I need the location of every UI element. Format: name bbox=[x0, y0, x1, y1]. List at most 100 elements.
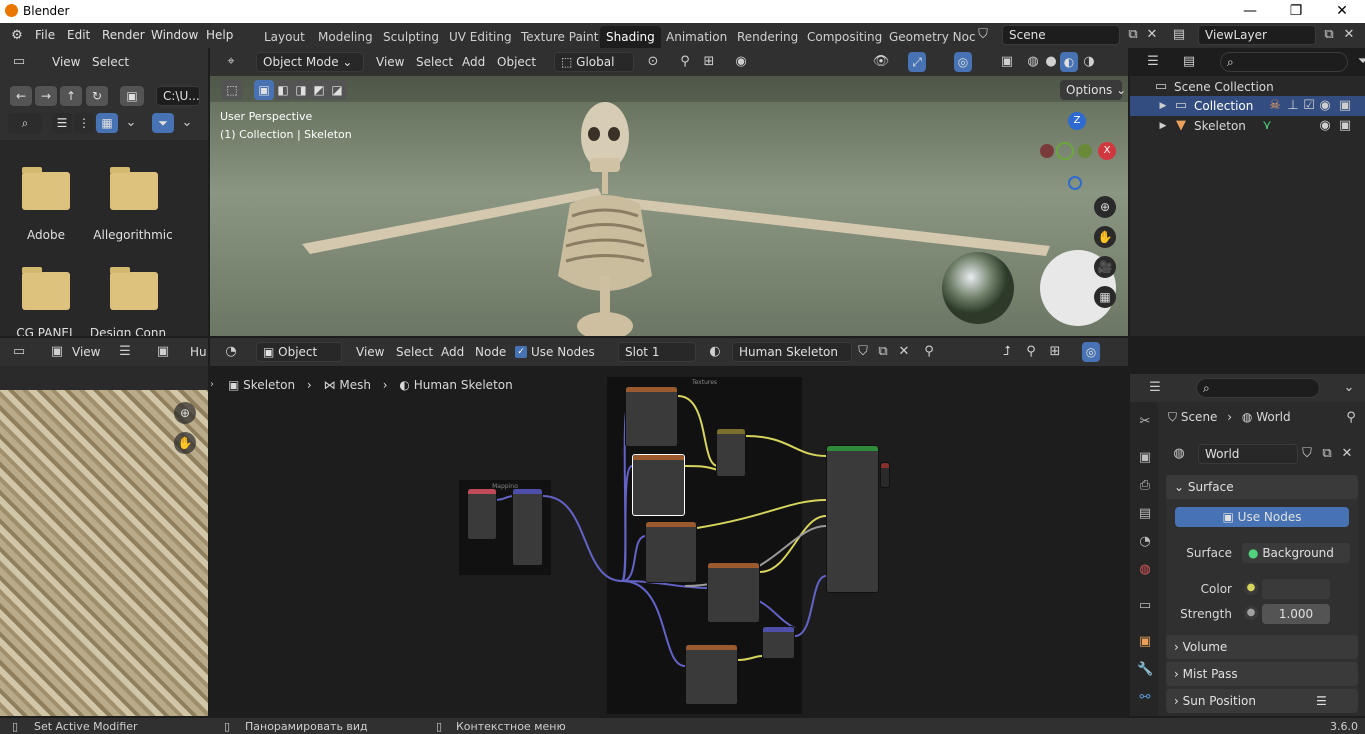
tool-icon[interactable]: ✂ bbox=[1137, 414, 1153, 430]
image-browse-icon[interactable]: ▣ bbox=[154, 344, 172, 360]
fake-user-icon[interactable]: ⛉ bbox=[854, 344, 872, 360]
folder-label-design-conn[interactable]: Design Conn bbox=[78, 326, 178, 336]
xray-icon[interactable]: ▣ bbox=[998, 54, 1016, 70]
fake-user-icon[interactable]: ⛉ bbox=[1298, 446, 1316, 462]
image-texture-node-4[interactable] bbox=[707, 562, 760, 623]
modifier-wrench-icon[interactable]: 🔧 bbox=[1137, 662, 1153, 678]
forward-icon[interactable]: → bbox=[35, 86, 57, 106]
folder-label-adobe[interactable]: Adobe bbox=[0, 228, 96, 242]
parent-node-tree-icon[interactable]: ⮥ bbox=[998, 344, 1016, 360]
filter-icon[interactable]: ⏷ bbox=[1354, 54, 1365, 70]
image-name-truncated[interactable]: Hu bbox=[190, 345, 207, 359]
list-icon[interactable]: ☰ bbox=[1316, 689, 1327, 713]
pan-hand-icon[interactable]: ✋ bbox=[1094, 226, 1116, 248]
outliner-item-collection[interactable]: Collection bbox=[1194, 99, 1253, 113]
texture-coordinate-node[interactable] bbox=[467, 488, 497, 540]
folder-icon[interactable] bbox=[22, 267, 70, 310]
snap-target-icon[interactable]: ⊞ bbox=[700, 54, 718, 70]
thumbnails-icon[interactable]: ▦ bbox=[96, 113, 118, 133]
node-menu-select[interactable]: Select bbox=[396, 345, 433, 359]
pivot-icon[interactable]: ⊙ bbox=[644, 54, 662, 70]
camera-icon[interactable]: ▣ bbox=[1336, 98, 1354, 114]
blender-menu-icon[interactable]: ⚙ bbox=[8, 28, 26, 44]
transform-orientation[interactable]: ⬚ Global bbox=[554, 52, 634, 72]
directory-path-field[interactable]: C:\U... bbox=[156, 86, 200, 106]
tab-rendering[interactable]: Rendering bbox=[731, 26, 804, 48]
back-icon[interactable]: ← bbox=[10, 86, 32, 106]
sun-position-section-header[interactable]: › Sun Position ☰ bbox=[1166, 689, 1358, 713]
menu-file[interactable]: File bbox=[35, 28, 55, 42]
pin-icon[interactable]: ⚲ bbox=[1342, 410, 1360, 426]
editor-type-icon[interactable]: ▭ bbox=[10, 54, 28, 70]
display-chevron-down-icon[interactable]: ⌄ bbox=[122, 115, 140, 131]
tab-texture-paint[interactable]: Texture Paint bbox=[515, 26, 604, 48]
menu-render[interactable]: Render bbox=[102, 28, 145, 42]
filebrowser-menu-select[interactable]: Select bbox=[92, 55, 129, 69]
editor-type-icon[interactable]: ◔ bbox=[222, 344, 240, 360]
tab-sculpting[interactable]: Sculpting bbox=[377, 26, 445, 48]
duplicate-world-icon[interactable]: ⧉ bbox=[1318, 446, 1336, 462]
gizmo-neg-z-axis[interactable] bbox=[1068, 176, 1082, 190]
camera-icon[interactable]: ▣ bbox=[1336, 118, 1354, 134]
search-icon[interactable]: ⌕ bbox=[8, 113, 42, 133]
normal-map-node[interactable] bbox=[762, 626, 795, 659]
chevron-down-icon[interactable]: ⌄ bbox=[1340, 380, 1358, 396]
proportional-edit-icon[interactable]: ◉ bbox=[732, 54, 750, 70]
viewport-menu-add[interactable]: Add bbox=[462, 55, 485, 69]
camera-view-icon[interactable]: 🎥 bbox=[1094, 256, 1116, 278]
mist-pass-section-header[interactable]: › Mist Pass bbox=[1166, 662, 1358, 686]
shader-type-selector[interactable]: ▣ Object bbox=[256, 342, 342, 362]
wireframe-shading-icon[interactable]: ◍ bbox=[1024, 54, 1042, 70]
duplicate-material-icon[interactable]: ⧉ bbox=[874, 344, 892, 360]
filebrowser-menu-view[interactable]: View bbox=[52, 55, 80, 69]
image-texture-node-3[interactable] bbox=[645, 521, 697, 583]
zoom-icon[interactable]: ⊕ bbox=[174, 402, 196, 424]
render-icon[interactable]: ▣ bbox=[1137, 450, 1153, 466]
image-texture-node-5[interactable] bbox=[685, 644, 738, 705]
delete-scene-icon[interactable]: ✕ bbox=[1143, 27, 1161, 43]
solid-shading-icon[interactable]: ● bbox=[1042, 54, 1060, 70]
menu-help[interactable]: Help bbox=[206, 28, 233, 42]
tab-compositing[interactable]: Compositing bbox=[801, 26, 888, 48]
tab-uv-editing[interactable]: UV Editing bbox=[443, 26, 518, 48]
eye-icon[interactable]: ◉ bbox=[1316, 118, 1334, 134]
node-menu-node[interactable]: Node bbox=[475, 345, 506, 359]
overlays-toggle-icon[interactable]: ◎ bbox=[954, 52, 972, 72]
tab-shading[interactable]: Shading bbox=[600, 26, 661, 48]
node-menu-add[interactable]: Add bbox=[441, 345, 464, 359]
strength-socket-icon[interactable]: ● bbox=[1244, 606, 1258, 620]
editor-type-icon[interactable]: ☰ bbox=[1144, 54, 1162, 70]
tab-geometry-nodes[interactable]: Geometry Noc bbox=[883, 26, 982, 48]
pan-hand-icon[interactable]: ✋ bbox=[174, 432, 196, 454]
outliner-item-skeleton[interactable]: Skeleton bbox=[1194, 119, 1246, 133]
expand-arrow-icon[interactable]: ▶ bbox=[1154, 118, 1172, 134]
material-output-node[interactable] bbox=[880, 462, 890, 488]
node-menu-view[interactable]: View bbox=[356, 345, 384, 359]
image-view-icon[interactable]: ▣ bbox=[48, 344, 66, 360]
filter-icon[interactable]: ⏷ bbox=[152, 113, 174, 133]
principled-bsdf-node[interactable] bbox=[826, 445, 879, 593]
zoom-icon[interactable]: ⊕ bbox=[1094, 196, 1116, 218]
world-use-nodes-button[interactable]: ▣ Use Nodes bbox=[1175, 507, 1349, 527]
vertical-list-icon[interactable]: ☰ bbox=[52, 113, 72, 133]
scene-icon[interactable]: ◔ bbox=[1137, 534, 1153, 550]
mix-rgb-node[interactable] bbox=[716, 428, 746, 477]
gizmo-neg-x-axis[interactable] bbox=[1040, 144, 1054, 158]
new-scene-icon[interactable]: ⧉ bbox=[1124, 27, 1142, 43]
refresh-icon[interactable]: ↻ bbox=[86, 86, 108, 106]
rendered-shading-icon[interactable]: ◑ bbox=[1080, 54, 1098, 70]
strength-field[interactable]: 1.000 bbox=[1262, 604, 1330, 624]
editor-type-icon[interactable]: ☰ bbox=[1146, 380, 1164, 396]
menu-window[interactable]: Window bbox=[151, 28, 198, 42]
snap-mode-icon[interactable]: ⊞ bbox=[1046, 344, 1064, 360]
pin-icon[interactable]: ⚲ bbox=[920, 344, 938, 360]
viewport-menu-view[interactable]: View bbox=[376, 55, 404, 69]
material-preview-icon[interactable]: ◐ bbox=[1060, 52, 1078, 72]
properties-search-input[interactable]: ⌕ bbox=[1196, 378, 1320, 398]
outliner-search-input[interactable]: ⌕ bbox=[1220, 52, 1348, 72]
editor-type-icon[interactable]: ▭ bbox=[10, 344, 28, 360]
color-socket-icon[interactable]: ● bbox=[1244, 581, 1258, 595]
gizmo-x-axis[interactable]: X bbox=[1098, 142, 1116, 160]
node-editor-canvas[interactable]: › ▣ Skeleton › ⋈ Mesh › ◐ Human Skeleton… bbox=[210, 366, 1128, 716]
folder-label-allegorithmic[interactable]: Allegorithmic bbox=[83, 228, 183, 242]
